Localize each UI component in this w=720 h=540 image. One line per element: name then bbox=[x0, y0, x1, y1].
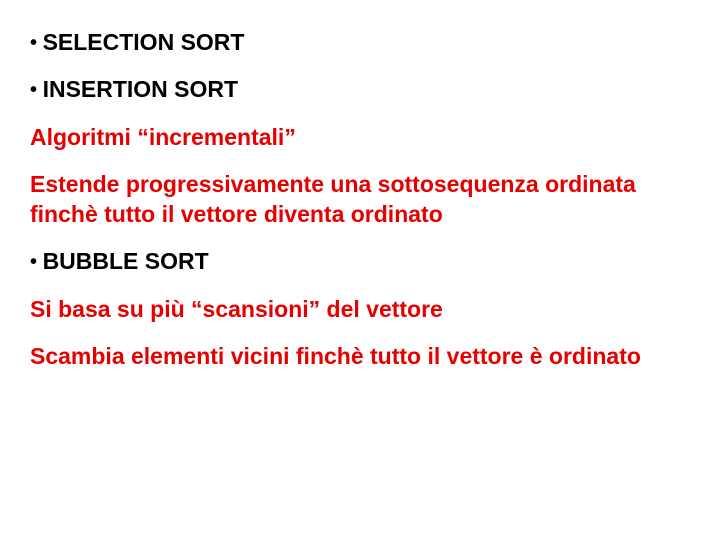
bullet-insertion-sort: • INSERTION SORT bbox=[30, 75, 690, 104]
bullet-selection-label: SELECTION SORT bbox=[43, 29, 245, 55]
text-scansioni: Si basa su più “scansioni” del vettore bbox=[30, 295, 690, 324]
bullet-insertion-label: INSERTION SORT bbox=[43, 76, 239, 102]
bullet-selection-sort: • SELECTION SORT bbox=[30, 28, 690, 57]
bullet-dot-icon: • bbox=[30, 79, 43, 101]
bullet-dot-icon: • bbox=[30, 251, 43, 273]
bullet-dot-icon: • bbox=[30, 32, 43, 54]
bullet-bubble-sort: • BUBBLE SORT bbox=[30, 247, 690, 276]
text-scambia: Scambia elementi vicini finchè tutto il … bbox=[30, 342, 690, 371]
text-estende: Estende progressivamente una sottosequen… bbox=[30, 170, 690, 229]
slide-container: • SELECTION SORT • INSERTION SORT Algori… bbox=[0, 0, 720, 540]
bullet-bubble-label: BUBBLE SORT bbox=[43, 248, 209, 274]
text-incrementali: Algoritmi “incrementali” bbox=[30, 123, 690, 152]
